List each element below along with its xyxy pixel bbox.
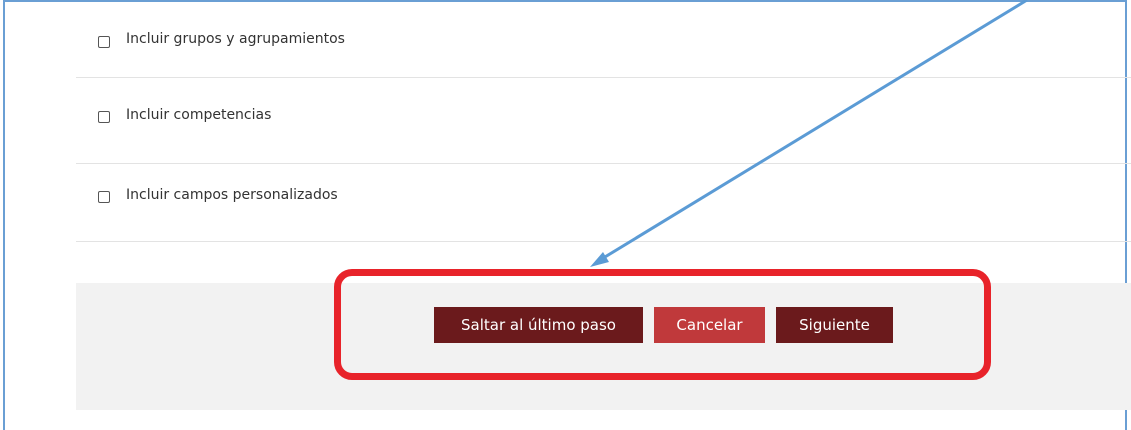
arrow-pointer-icon [590, 0, 1028, 267]
